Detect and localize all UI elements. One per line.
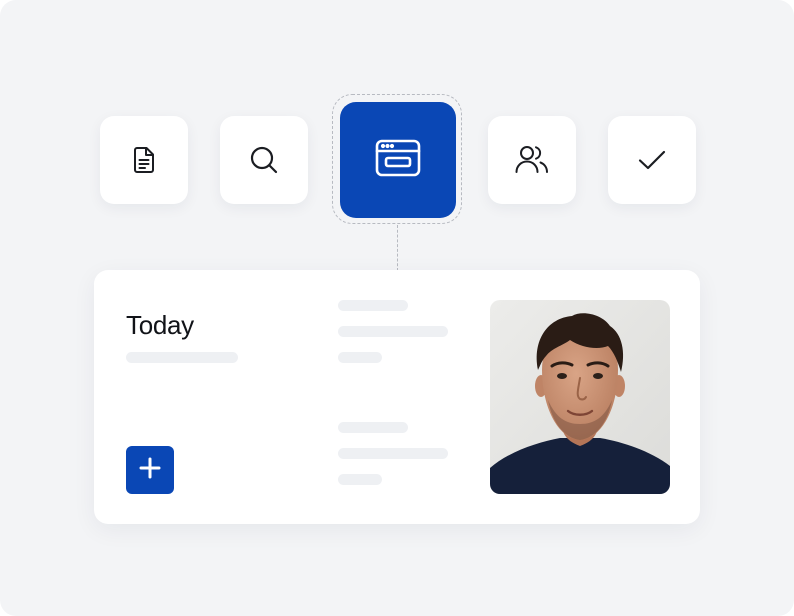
document-icon xyxy=(128,144,160,176)
placeholder-line xyxy=(338,448,448,459)
document-tile[interactable] xyxy=(100,116,188,204)
portrait-photo xyxy=(490,300,670,494)
placeholder-line xyxy=(338,474,382,485)
today-card: Today xyxy=(94,270,700,524)
plus-icon xyxy=(138,456,162,485)
dashed-connector xyxy=(397,225,398,271)
add-button[interactable] xyxy=(126,446,174,494)
checkmark-tile[interactable] xyxy=(608,116,696,204)
app-canvas: Today xyxy=(0,0,794,616)
users-icon xyxy=(514,143,550,177)
browser-window-icon xyxy=(375,138,421,183)
placeholder-line xyxy=(338,300,408,311)
title-placeholder-line xyxy=(126,352,238,363)
search-icon xyxy=(247,143,281,177)
placeholder-line xyxy=(338,326,448,337)
users-tile[interactable] xyxy=(488,116,576,204)
checkmark-icon xyxy=(636,144,668,176)
search-tile[interactable] xyxy=(220,116,308,204)
placeholder-line xyxy=(338,422,408,433)
browser-window-tile[interactable] xyxy=(340,102,456,218)
card-title: Today xyxy=(126,310,194,340)
placeholder-line xyxy=(338,352,382,363)
